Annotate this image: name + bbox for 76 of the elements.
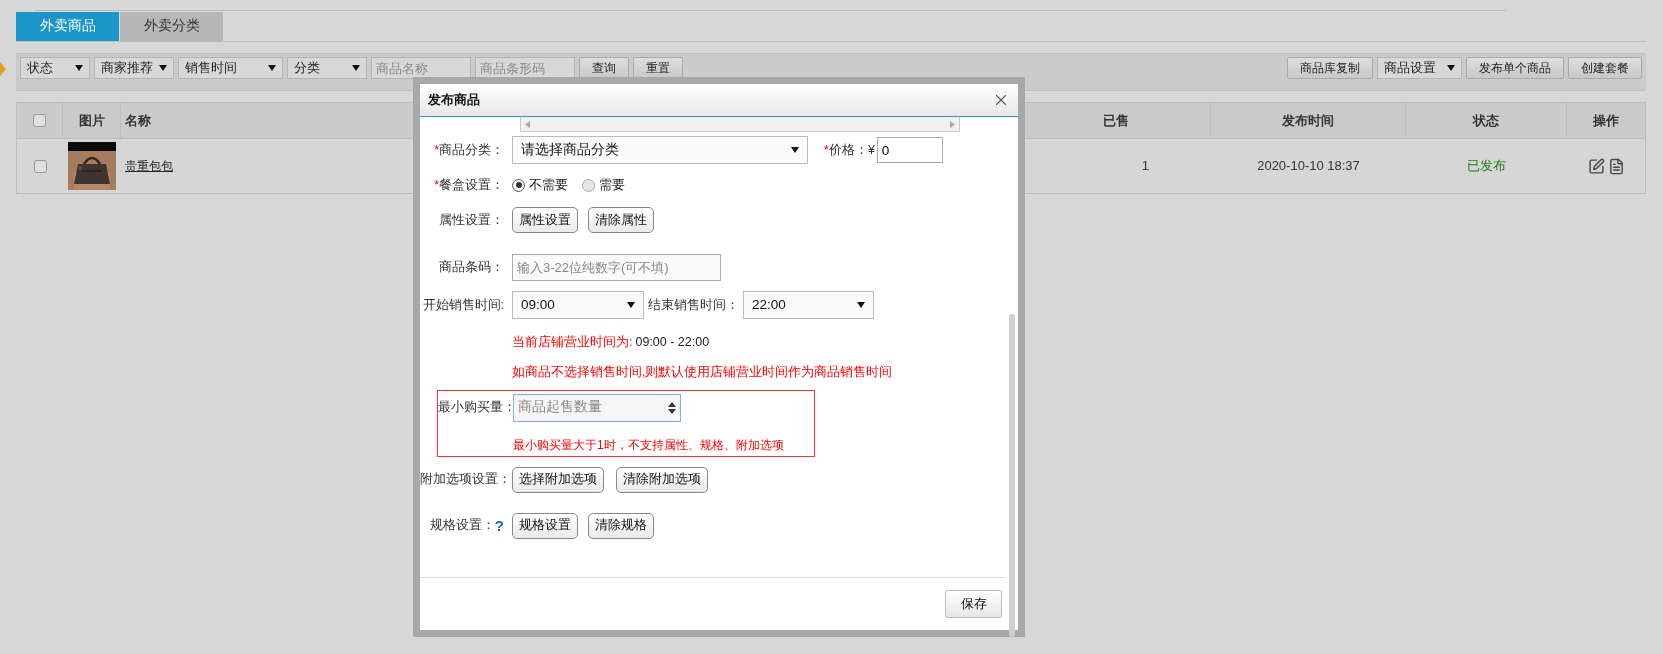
column-header: 发布时间 [1282, 111, 1334, 130]
sold-count: 1 [1141, 157, 1149, 176]
form-button[interactable]: 清除属性 [588, 207, 654, 233]
filter-input[interactable]: 商品名称 [371, 57, 471, 79]
column-header: 状态 [1473, 111, 1499, 130]
scroll-right-icon[interactable] [950, 120, 955, 128]
save-button[interactable]: 保存 [945, 590, 1002, 618]
column-header: 操作 [1593, 111, 1619, 130]
toolbar-button[interactable]: 发布单个商品 [1466, 57, 1564, 79]
dropdown-caret-icon [627, 302, 635, 308]
select-field[interactable]: 09:00 [512, 291, 644, 319]
field-label: 开始销售时间: [422, 297, 504, 312]
filter-dropdown[interactable]: 状态 [20, 57, 90, 79]
column-header: 名称 [125, 111, 151, 130]
toolbar-button[interactable]: 查询 [579, 57, 629, 79]
field-label: 价格：¥ [828, 142, 875, 157]
horizontal-scrollbar[interactable] [520, 117, 960, 132]
field-label: 附加选项设置： [420, 472, 511, 487]
tab[interactable]: 外卖分类 [120, 12, 223, 41]
filter-dropdown[interactable]: 分类 [287, 57, 367, 79]
form-button[interactable]: 清除规格 [588, 512, 654, 539]
filter-dropdown[interactable]: 销售时间 [178, 57, 283, 79]
radio-label[interactable]: 不需要 [529, 175, 568, 195]
document-icon[interactable] [1607, 157, 1625, 175]
form-button[interactable]: 清除附加选项 [616, 466, 708, 493]
dropdown-caret-icon [268, 65, 276, 71]
status-text: 已发布 [1467, 157, 1506, 176]
dialog-title: 发布商品 [428, 91, 480, 110]
vertical-scrollbar[interactable] [1009, 314, 1015, 637]
publish-time: 2020-10-10 18:37 [1257, 157, 1360, 176]
radio-button[interactable] [582, 178, 595, 192]
hint-text: 最小购买量大于1时，不支持属性、规格、附加选项 [513, 436, 785, 454]
hint-text: 如商品不选择销售时间,则默认使用店铺营业时间作为商品销售时间 [512, 363, 894, 381]
required-mark: * [824, 142, 829, 157]
barcode-input[interactable]: 输入3-22位纯数字(可不填) [512, 254, 721, 281]
required-mark: * [434, 142, 439, 157]
toolbar-button[interactable]: 创建套餐 [1568, 57, 1642, 79]
form-button[interactable]: 规格设置 [512, 512, 578, 539]
field-label: 结束销售时间： [648, 296, 739, 314]
dropdown-caret-icon [1447, 65, 1455, 71]
dropdown-caret-icon [352, 65, 360, 71]
checkbox[interactable] [33, 114, 46, 127]
toolbar-button[interactable]: 商品库复制 [1287, 57, 1373, 79]
arrow-marker-icon [0, 62, 6, 76]
form-button[interactable]: 属性设置 [512, 207, 578, 233]
select-field[interactable]: 请选择商品分类 [512, 136, 808, 164]
edit-icon[interactable] [1587, 157, 1605, 175]
field-label: 餐盒设置： [439, 177, 504, 192]
business-hours: 09:00 - 22:00 [635, 335, 710, 349]
column-header: 已售 [1102, 111, 1129, 130]
filter-dropdown[interactable]: 商品设置 [1377, 57, 1462, 79]
hint-text: 当前店铺营业时间为: [512, 335, 633, 349]
radio-button[interactable] [512, 178, 525, 192]
field-label: 商品条码： [439, 260, 504, 275]
price-input[interactable]: 0 [876, 137, 943, 163]
required-mark: * [434, 177, 439, 192]
dropdown-caret-icon [791, 147, 799, 153]
field-label: 商品分类： [439, 142, 504, 157]
radio-label[interactable]: 需要 [599, 175, 625, 195]
help-icon[interactable]: ? [494, 518, 504, 533]
product-name-link[interactable]: 贵重包包 [125, 157, 173, 175]
toolbar-button[interactable]: 重置 [633, 57, 683, 79]
dropdown-caret-icon [857, 302, 865, 308]
checkbox[interactable] [33, 159, 47, 173]
form-button[interactable]: 选择附加选项 [512, 466, 604, 493]
dropdown-caret-icon [75, 65, 83, 71]
column-header: 图片 [78, 111, 105, 130]
select-field[interactable]: 22:00 [743, 291, 874, 319]
filter-dropdown[interactable]: 商家推荐 [94, 57, 174, 79]
field-label: 规格设置： [429, 517, 495, 535]
filter-input[interactable]: 商品条形码 [475, 57, 575, 79]
spinner-icon[interactable] [668, 400, 676, 415]
dropdown-caret-icon [159, 65, 167, 71]
scroll-left-icon[interactable] [525, 120, 530, 128]
field-label: 最小购买量： [438, 400, 516, 415]
field-label: 属性设置： [439, 212, 504, 227]
